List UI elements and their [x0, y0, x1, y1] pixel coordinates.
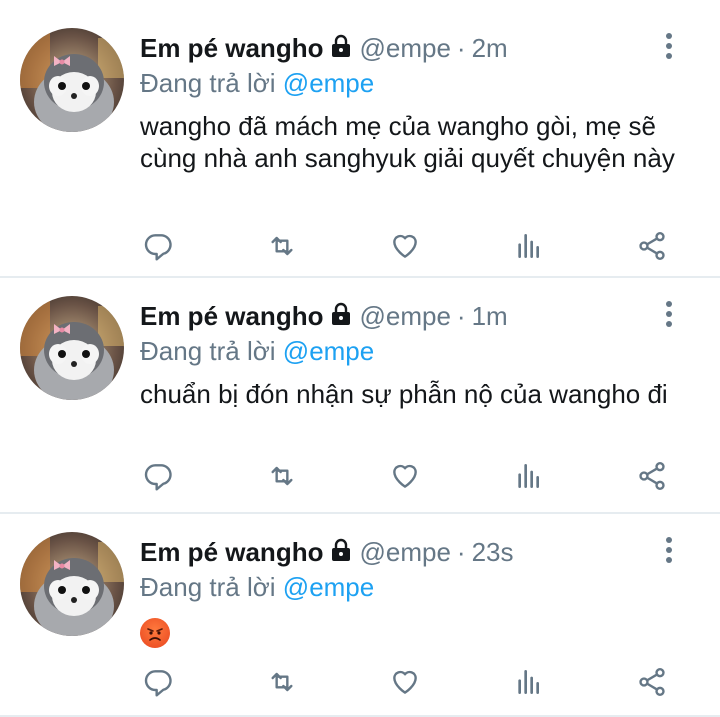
analytics-icon[interactable]	[511, 228, 547, 264]
display-name[interactable]: Em pé wangho	[140, 537, 323, 568]
reply-mention-link[interactable]: @empe	[283, 572, 374, 602]
tweet-header: Em pé wangho @empe · 23s	[140, 534, 700, 570]
retweet-icon[interactable]	[264, 228, 300, 264]
tweet-text: chuẩn bị đón nhận sự phẫn nộ của wangho …	[140, 379, 668, 409]
action-bar	[140, 458, 670, 494]
tweet-body: Em pé wangho @empe · 2m Đang trả lời @em…	[140, 30, 700, 174]
reply-icon[interactable]	[140, 458, 176, 494]
reply-context: Đang trả lời @empe	[140, 570, 700, 604]
reply-icon[interactable]	[140, 228, 176, 264]
separator: ·	[456, 300, 466, 331]
analytics-icon[interactable]	[511, 664, 547, 700]
more-vertical-icon[interactable]	[666, 537, 672, 567]
share-icon[interactable]	[634, 458, 670, 494]
more-vertical-icon[interactable]	[666, 301, 672, 331]
timestamp[interactable]: 2m	[472, 33, 508, 64]
tweet-header: Em pé wangho @empe · 2m	[140, 30, 700, 66]
action-bar	[140, 664, 670, 700]
tweet[interactable]: Em pé wangho @empe · 1m Đang trả lời @em…	[0, 278, 720, 514]
reply-prefix: Đang trả lời	[140, 336, 276, 366]
lock-icon	[329, 302, 353, 333]
share-icon[interactable]	[634, 228, 670, 264]
reply-context: Đang trả lời @empe	[140, 66, 700, 100]
tweet-body: Em pé wangho @empe · 23s Đang trả lời @e…	[140, 534, 700, 655]
separator: ·	[456, 536, 466, 567]
more-vertical-icon[interactable]	[666, 33, 672, 63]
tweet-text	[140, 614, 700, 655]
lock-icon	[329, 34, 353, 65]
heart-icon[interactable]	[387, 664, 423, 700]
user-handle[interactable]: @empe	[359, 33, 450, 64]
reply-icon[interactable]	[140, 664, 176, 700]
share-icon[interactable]	[634, 664, 670, 700]
angry-face-emoji	[140, 618, 170, 648]
user-handle[interactable]: @empe	[359, 301, 450, 332]
action-bar	[140, 228, 670, 264]
reply-mention-link[interactable]: @empe	[283, 336, 374, 366]
reply-context: Đang trả lời @empe	[140, 334, 700, 368]
lock-icon	[329, 538, 353, 569]
avatar[interactable]	[20, 532, 124, 636]
timestamp[interactable]: 1m	[472, 301, 508, 332]
tweet[interactable]: Em pé wangho @empe · 23s Đang trả lời @e…	[0, 514, 720, 717]
heart-icon[interactable]	[387, 228, 423, 264]
tweet-body: Em pé wangho @empe · 1m Đang trả lời @em…	[140, 298, 700, 410]
retweet-icon[interactable]	[264, 458, 300, 494]
analytics-icon[interactable]	[511, 458, 547, 494]
heart-icon[interactable]	[387, 458, 423, 494]
display-name[interactable]: Em pé wangho	[140, 301, 323, 332]
avatar[interactable]	[20, 296, 124, 400]
reply-mention-link[interactable]: @empe	[283, 68, 374, 98]
tweet[interactable]: Em pé wangho @empe · 2m Đang trả lời @em…	[0, 0, 720, 278]
retweet-icon[interactable]	[264, 664, 300, 700]
tweet-header: Em pé wangho @empe · 1m	[140, 298, 700, 334]
user-handle[interactable]: @empe	[359, 537, 450, 568]
avatar[interactable]	[20, 28, 124, 132]
reply-prefix: Đang trả lời	[140, 68, 276, 98]
reply-prefix: Đang trả lời	[140, 572, 276, 602]
timestamp[interactable]: 23s	[472, 537, 514, 568]
tweet-text: wangho đã mách mẹ của wangho gòi, mẹ sẽ …	[140, 111, 675, 173]
separator: ·	[456, 32, 466, 63]
display-name[interactable]: Em pé wangho	[140, 33, 323, 64]
